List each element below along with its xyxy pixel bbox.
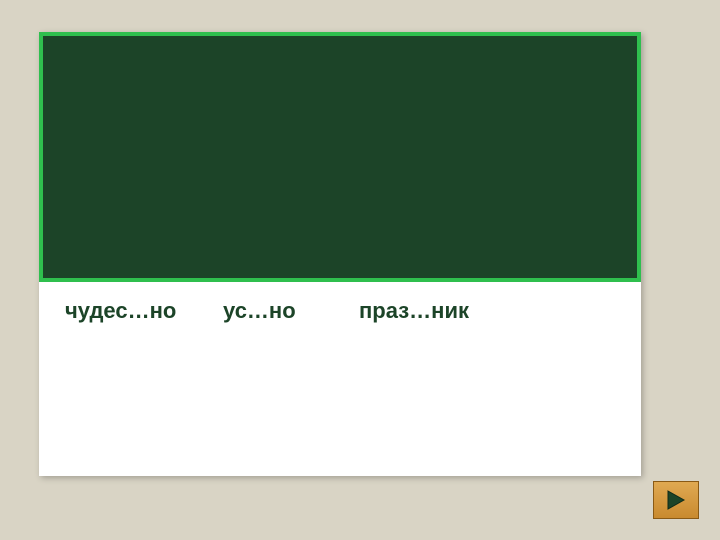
chalkboard [39,32,641,282]
word-option-2[interactable]: ус…но [223,297,323,326]
word-option-3[interactable]: праз…ник [359,297,489,326]
words-row: чудес…но ус…но праз…ник [39,297,641,326]
next-button[interactable] [653,481,699,519]
quiz-card: чудес…но ус…но праз…ник [39,32,641,476]
word-option-1[interactable]: чудес…но [65,297,195,326]
play-icon [666,489,686,511]
